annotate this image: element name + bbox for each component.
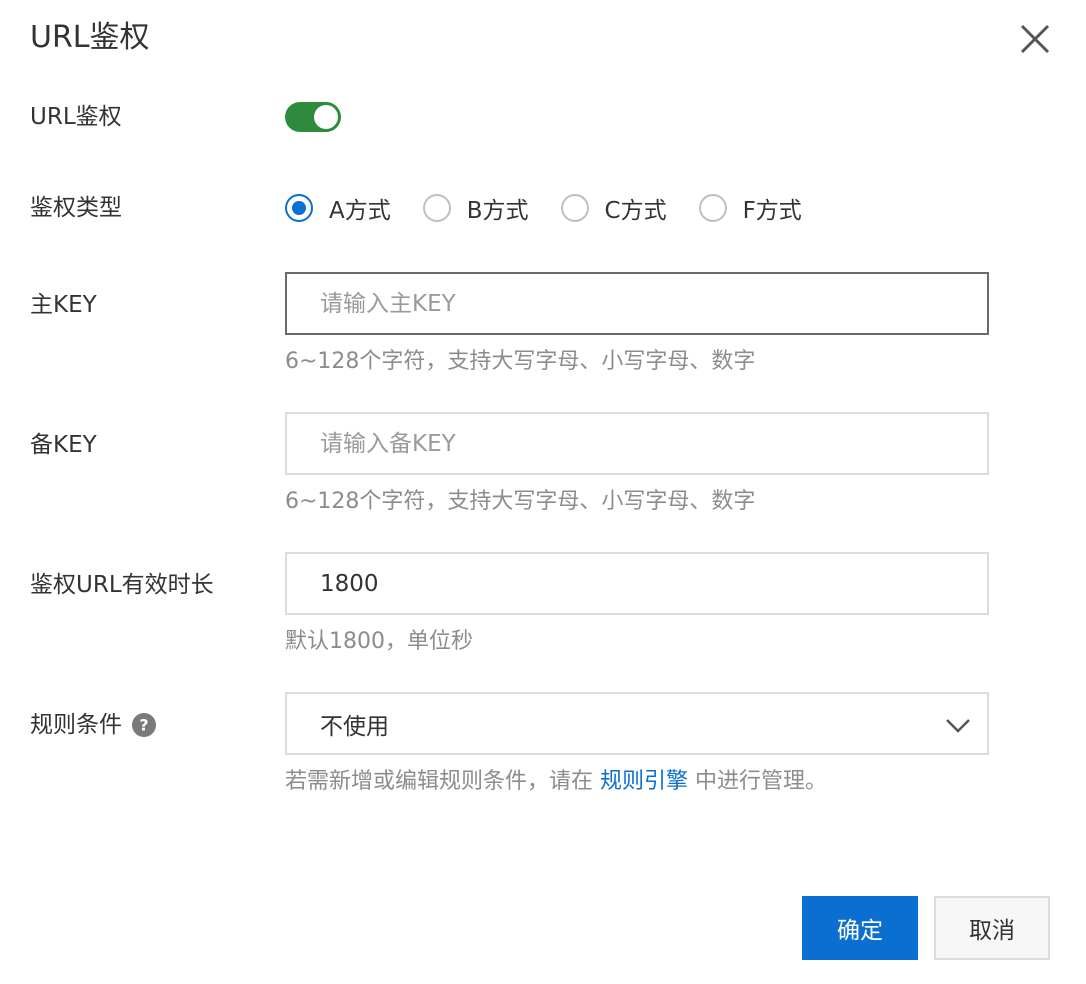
radio-unchecked-icon [698,194,727,222]
radio-unchecked-icon [422,194,451,222]
hint-text: 若需新增或编辑规则条件，请在 [285,769,600,794]
chevron-down-icon [946,719,970,733]
hint-text: 中进行管理。 [688,769,828,794]
radio-label: A方式 [329,198,391,224]
svg-text:?: ? [139,716,148,735]
radio-type-b[interactable]: B方式 [422,191,529,225]
auth-type-label: 鉴权类型 [30,195,122,221]
radio-type-c[interactable]: C方式 [560,191,667,225]
toggle-knob [314,105,338,129]
radio-type-f[interactable]: F方式 [698,191,802,225]
radio-type-a[interactable]: A方式 [285,191,391,225]
rule-condition-hint: 若需新增或编辑规则条件，请在 规则引擎 中进行管理。 [285,767,827,797]
backup-key-input[interactable] [285,412,989,475]
radio-label: F方式 [742,198,802,224]
primary-key-label: 主KEY [30,292,97,318]
backup-key-label: 备KEY [30,432,97,458]
auth-type-radio-group: A方式 B方式 C方式 F方式 [285,192,834,224]
rule-engine-link[interactable]: 规则引擎 [600,769,688,794]
radio-unchecked-icon [560,194,589,222]
radio-checked-icon [285,194,313,222]
rule-condition-select[interactable]: 不使用 [285,692,989,755]
rule-condition-label-text: 规则条件 [30,712,122,738]
radio-label: C方式 [604,198,667,224]
validity-hint: 默认1800，单位秒 [285,629,473,654]
validity-input[interactable] [285,552,989,615]
rule-condition-label: 规则条件 ? [30,710,156,740]
help-icon[interactable]: ? [132,713,156,737]
backup-key-hint: 6~128个字符，支持大写字母、小写字母、数字 [285,489,756,514]
radio-label: B方式 [466,198,529,224]
select-value: 不使用 [320,713,389,740]
url-auth-dialog: URL鉴权 URL鉴权 鉴权类型 A方式 B方式 C方式 F方式 主KEY 6~… [0,0,1086,984]
validity-label: 鉴权URL有效时长 [30,572,214,598]
dialog-title: URL鉴权 [30,20,150,55]
primary-key-hint: 6~128个字符，支持大写字母、小写字母、数字 [285,349,756,374]
cancel-button[interactable]: 取消 [934,896,1050,960]
url-auth-toggle[interactable] [285,102,341,132]
url-auth-label: URL鉴权 [30,104,122,130]
primary-key-input[interactable] [285,272,989,335]
close-icon[interactable] [1016,20,1054,58]
confirm-button[interactable]: 确定 [802,896,918,960]
